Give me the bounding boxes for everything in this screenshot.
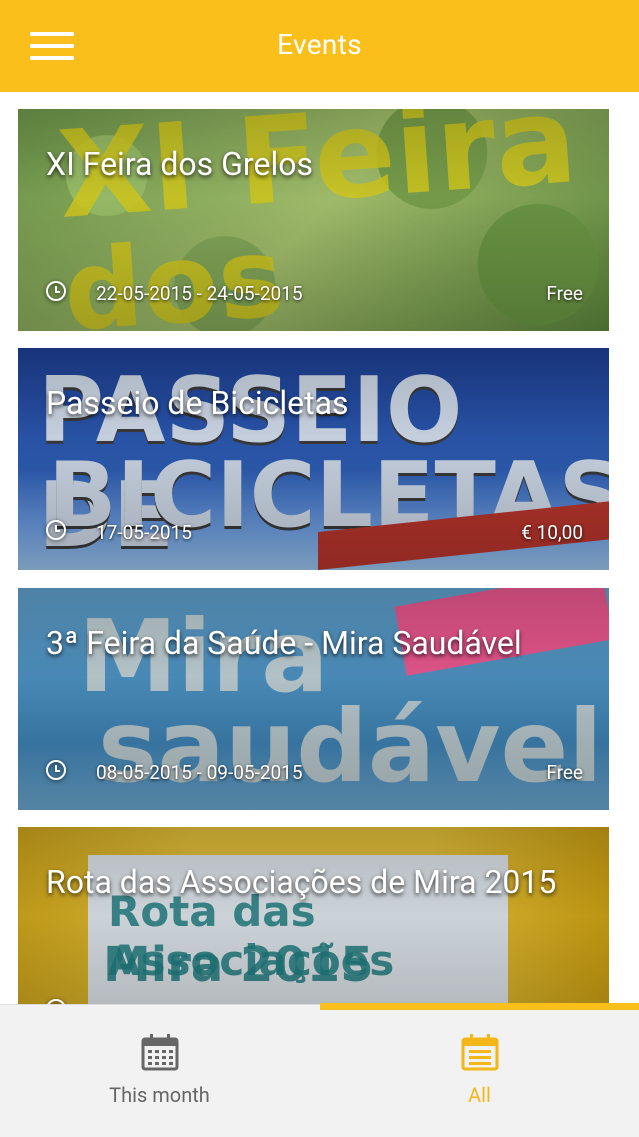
- event-price: € 10,00: [521, 521, 583, 544]
- event-price: Free: [546, 282, 583, 305]
- event-title: Passeio de Bicicletas: [46, 384, 349, 422]
- event-card[interactable]: Rota das Associações Mira 2015 Rota das …: [18, 827, 609, 1004]
- event-date: 17-05-2015: [96, 521, 192, 544]
- calendar-list-icon: [461, 1034, 499, 1071]
- clock-icon: [46, 760, 66, 780]
- tab-all[interactable]: All: [320, 1005, 639, 1137]
- event-card[interactable]: XI Feira dos Grelos XI Feira dos Grelos …: [18, 109, 609, 331]
- event-card[interactable]: Mira saudável 3ª Feira da Saúde - Mira S…: [18, 588, 609, 810]
- bottom-tab-bar: This month All: [0, 1003, 639, 1137]
- tab-label: All: [468, 1083, 491, 1107]
- tab-label: This month: [109, 1083, 210, 1107]
- app-bar: Events: [0, 0, 639, 92]
- events-list[interactable]: XI Feira dos Grelos XI Feira dos Grelos …: [0, 92, 639, 1004]
- event-card[interactable]: PASSEIO DE BICICLETAS Passeio de Bicicle…: [18, 348, 609, 570]
- clock-icon: [46, 520, 66, 540]
- event-date: 22-05-2015 - 24-05-2015: [96, 282, 303, 305]
- event-date: 08-05-2015 - 09-05-2015: [96, 761, 303, 784]
- event-title: 3ª Feira da Saúde - Mira Saudável: [46, 624, 522, 662]
- tab-this-month[interactable]: This month: [0, 1005, 319, 1137]
- page-title: Events: [277, 28, 362, 61]
- calendar-grid-icon: [141, 1034, 179, 1071]
- event-title: XI Feira dos Grelos: [46, 145, 313, 183]
- clock-icon: [46, 281, 66, 301]
- event-title: Rota das Associações de Mira 2015: [46, 863, 557, 901]
- event-price: Free: [546, 761, 583, 784]
